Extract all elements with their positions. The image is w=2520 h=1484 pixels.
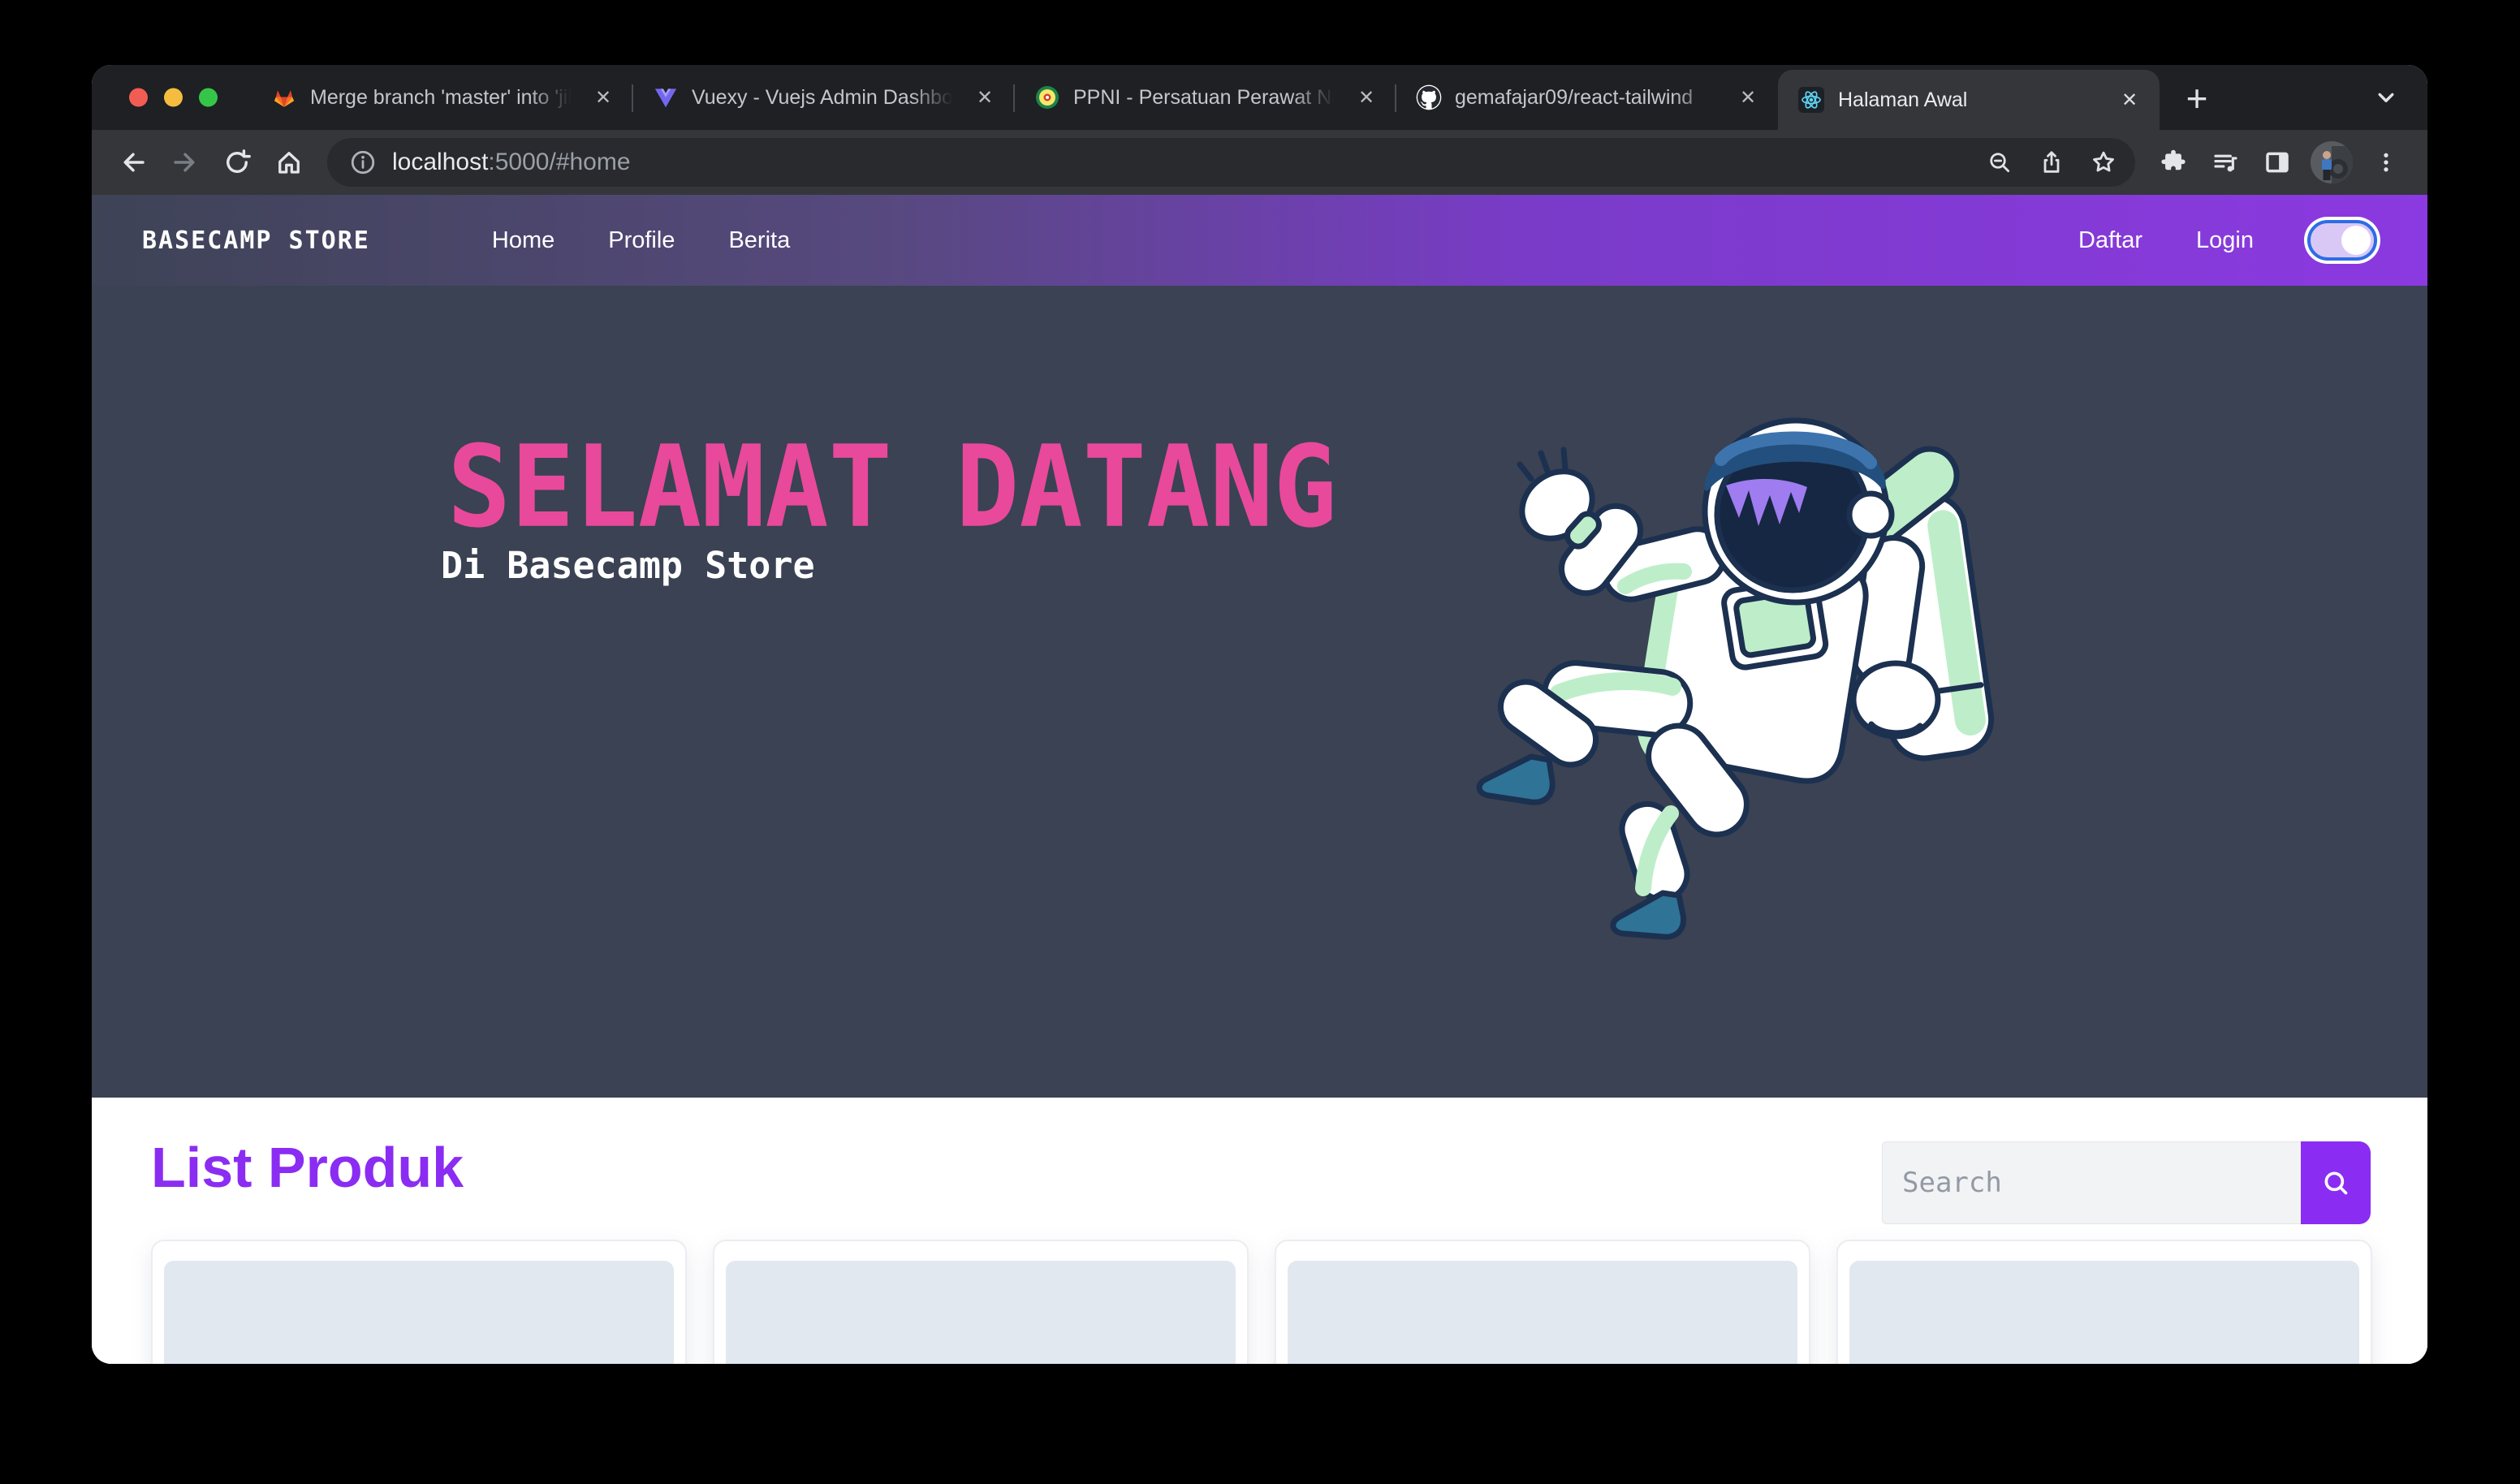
nav-link-profile[interactable]: Profile — [608, 227, 675, 254]
new-tab-button[interactable]: + — [2174, 75, 2220, 121]
reload-icon[interactable] — [214, 139, 261, 186]
nav-link-berita[interactable]: Berita — [728, 227, 790, 254]
profile-avatar[interactable] — [2311, 141, 2353, 183]
product-image-placeholder — [726, 1261, 1236, 1364]
hero-title: SELAMAT DATANG — [447, 430, 1337, 543]
site-info-icon[interactable] — [345, 145, 381, 180]
vuexy-icon — [653, 84, 679, 110]
media-controls-icon[interactable] — [2202, 139, 2249, 186]
product-card[interactable] — [151, 1240, 687, 1364]
browser-menu-kebab-icon[interactable] — [2362, 139, 2410, 186]
tab-title: Vuexy - Vuejs Admin Dashboar — [692, 86, 958, 110]
back-icon[interactable] — [110, 139, 157, 186]
daftar-link[interactable]: Daftar — [2078, 227, 2142, 254]
list-produk-heading: List Produk — [151, 1135, 464, 1200]
nav-link-home[interactable]: Home — [492, 227, 554, 254]
minimize-window-button[interactable] — [164, 88, 183, 107]
product-card[interactable] — [1275, 1240, 1810, 1364]
tab-title: gemafajar09/react-tailwind — [1455, 86, 1721, 110]
tab-ppni[interactable]: PPNI - Persatuan Perawat Nasi ✕ — [1015, 65, 1396, 130]
browser-toolbar: localhost:5000/#home — [92, 130, 2427, 195]
product-searchbar — [1882, 1141, 2371, 1224]
products-section: List Produk — [92, 1098, 2427, 1364]
tab-vuexy[interactable]: Vuexy - Vuejs Admin Dashboar ✕ — [633, 65, 1015, 130]
bookmark-star-icon[interactable] — [2083, 142, 2124, 183]
close-tab-icon[interactable]: ✕ — [2116, 86, 2143, 114]
share-icon[interactable] — [2031, 142, 2072, 183]
tab-title: Merge branch 'master' into 'jih — [310, 86, 576, 110]
close-tab-icon[interactable]: ✕ — [589, 84, 617, 111]
theme-toggle-knob — [2341, 226, 2371, 255]
hero-section: SELAMAT DATANG Di Basecamp Store — [92, 286, 2427, 1098]
product-card[interactable] — [1836, 1240, 2372, 1364]
astronaut-illustration — [1453, 375, 2005, 943]
close-tab-icon[interactable]: ✕ — [1353, 84, 1380, 111]
search-button[interactable] — [2301, 1141, 2371, 1224]
tab-halaman-awal-active[interactable]: Halaman Awal ✕ — [1778, 70, 2160, 130]
ppni-icon — [1034, 84, 1060, 110]
nav-actions: Daftar Login — [2078, 220, 2377, 261]
site-navbar: BASECAMP STORE Home Profile Berita Dafta… — [92, 195, 2427, 286]
tab-strip: Merge branch 'master' into 'jih ✕ Vuexy … — [92, 65, 2427, 130]
search-input[interactable] — [1882, 1141, 2301, 1224]
brand-logo[interactable]: BASECAMP STORE — [142, 226, 370, 255]
product-card[interactable] — [713, 1240, 1249, 1364]
zoom-window-button[interactable] — [199, 88, 218, 107]
url-text[interactable]: localhost:5000/#home — [392, 149, 1968, 176]
nav-links: Home Profile Berita — [492, 227, 790, 254]
zoom-out-icon[interactable] — [1979, 142, 2020, 183]
close-tab-icon[interactable]: ✕ — [1734, 84, 1762, 111]
search-icon — [2319, 1167, 2352, 1199]
login-link[interactable]: Login — [2196, 227, 2254, 254]
theme-toggle[interactable] — [2307, 220, 2377, 261]
close-tab-icon[interactable]: ✕ — [971, 84, 999, 111]
github-icon — [1416, 84, 1442, 110]
product-card-grid — [151, 1240, 2372, 1364]
tab-title: Halaman Awal — [1838, 88, 2103, 112]
gitlab-icon — [271, 84, 297, 110]
side-panel-icon[interactable] — [2254, 139, 2301, 186]
extensions-puzzle-icon[interactable] — [2150, 139, 2197, 186]
product-image-placeholder — [1849, 1261, 2359, 1364]
hero-subtitle: Di Basecamp Store — [441, 547, 815, 584]
tab-search-chevron-icon[interactable] — [2372, 84, 2400, 111]
tabs: Merge branch 'master' into 'jih ✕ Vuexy … — [252, 65, 2220, 130]
tab-github[interactable]: gemafajar09/react-tailwind ✕ — [1396, 65, 1778, 130]
macos-window-controls — [129, 88, 218, 107]
close-window-button[interactable] — [129, 88, 148, 107]
browser-window: Merge branch 'master' into 'jih ✕ Vuexy … — [92, 65, 2427, 1364]
page-content: BASECAMP STORE Home Profile Berita Dafta… — [92, 195, 2427, 1364]
product-image-placeholder — [1288, 1261, 1797, 1364]
home-icon[interactable] — [265, 139, 313, 186]
forward-icon[interactable] — [162, 139, 209, 186]
react-icon — [1797, 87, 1825, 113]
product-image-placeholder — [164, 1261, 674, 1364]
address-bar[interactable]: localhost:5000/#home — [327, 138, 2135, 187]
tab-title: PPNI - Persatuan Perawat Nasi — [1073, 86, 1340, 110]
tab-gitlab-merge[interactable]: Merge branch 'master' into 'jih ✕ — [252, 65, 633, 130]
